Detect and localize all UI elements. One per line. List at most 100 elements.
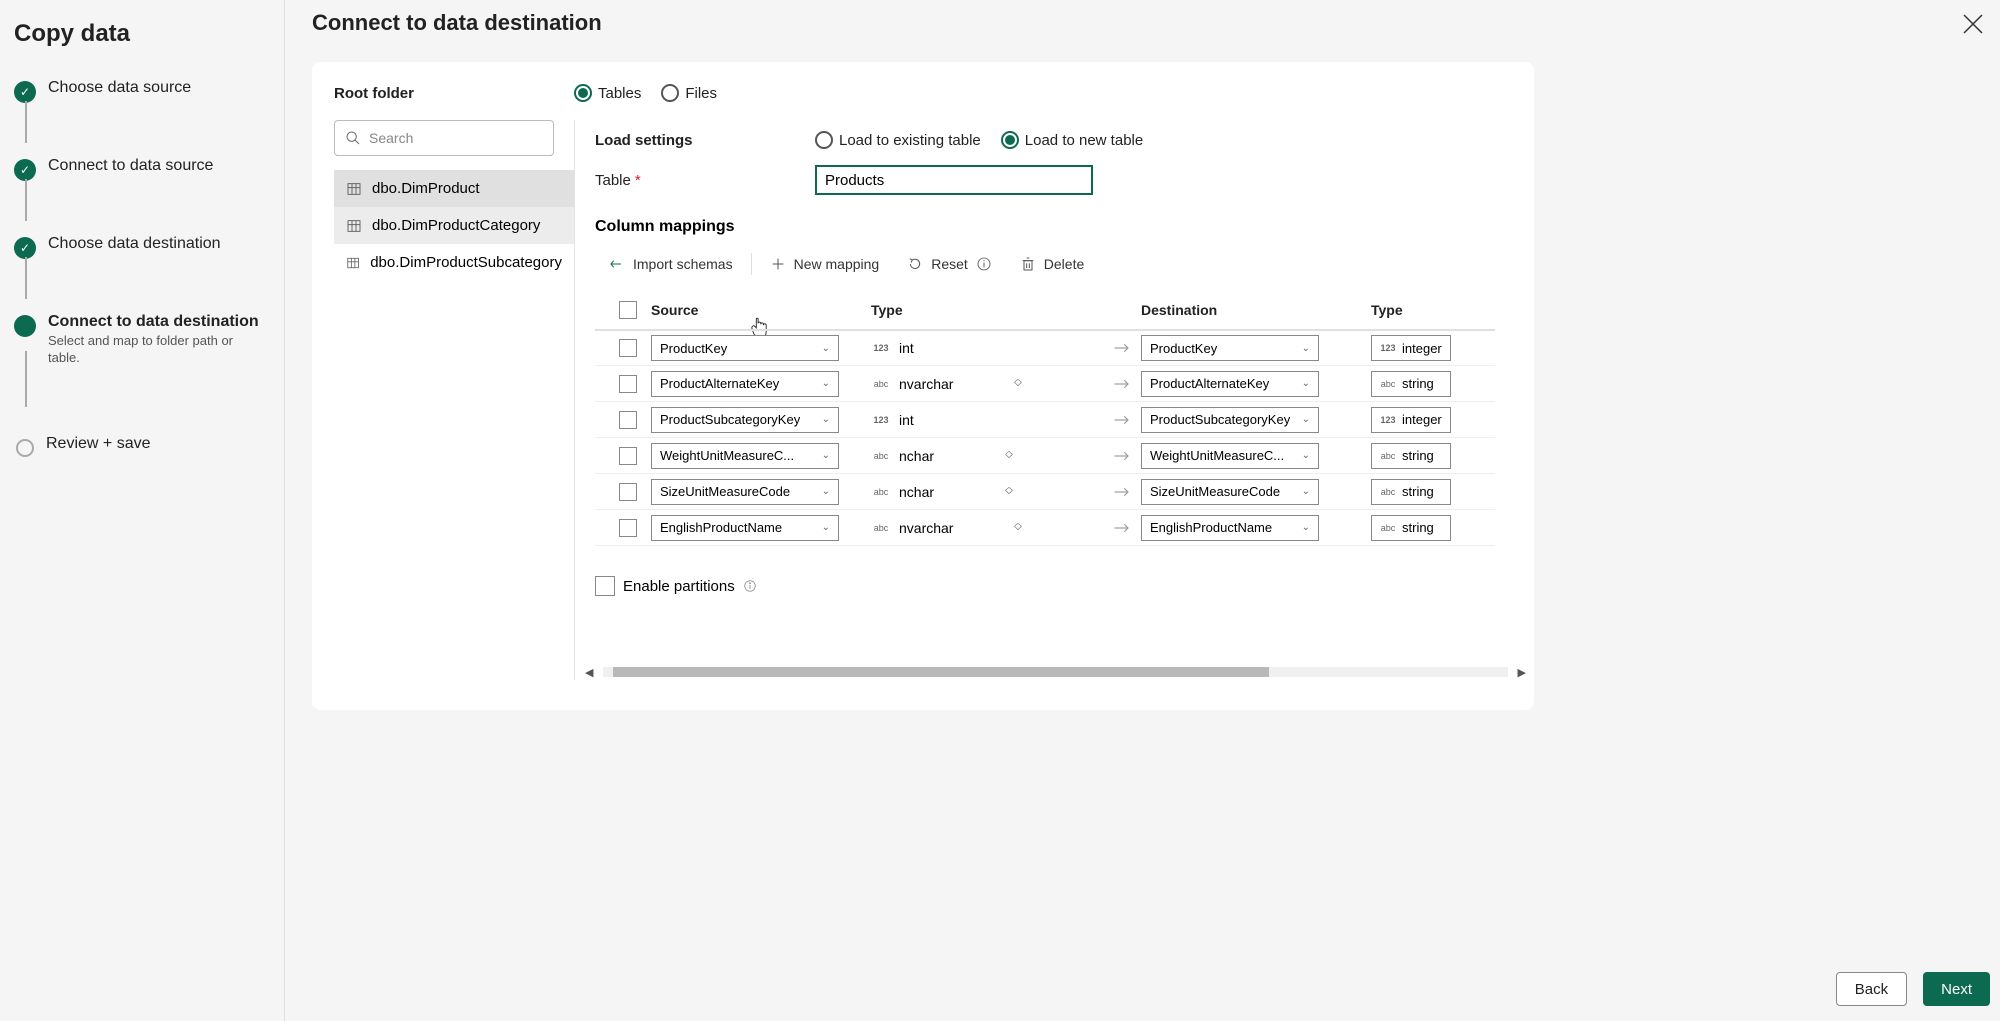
reset-icon (907, 256, 923, 272)
type-label: nvarchar (899, 376, 953, 392)
type-label: int (899, 340, 914, 356)
new-mapping-button[interactable]: New mapping (756, 246, 894, 282)
row-checkbox[interactable] (619, 375, 637, 393)
tree-item-label: dbo.DimProduct (372, 180, 480, 197)
destination-dropdown[interactable]: SizeUnitMeasureCode⌄ (1141, 479, 1319, 505)
next-button[interactable]: Next (1923, 972, 1990, 1006)
expand-icon[interactable] (1002, 485, 1016, 499)
row-checkbox[interactable] (619, 339, 637, 357)
dtype-label: integer (1402, 341, 1442, 356)
arrow-right-icon (1113, 377, 1131, 391)
table-name-input[interactable] (815, 165, 1093, 195)
step-review-save[interactable]: Review + save (14, 429, 270, 463)
step-label: Choose data source (48, 79, 191, 97)
row-checkbox[interactable] (619, 447, 637, 465)
chevron-down-icon: ⌄ (822, 522, 830, 533)
scroll-thumb[interactable] (613, 667, 1269, 677)
source-dropdown[interactable]: ProductSubcategoryKey⌄ (651, 407, 839, 433)
plus-icon (770, 256, 786, 272)
table-icon (346, 218, 362, 234)
dtype-label: string (1402, 484, 1434, 499)
radio-unchecked-icon (815, 131, 833, 149)
source-dropdown[interactable]: SizeUnitMeasureCode⌄ (651, 479, 839, 505)
step-connect-data-source[interactable]: ✓ Connect to data source (14, 151, 270, 187)
dtype-label: integer (1402, 412, 1442, 427)
dest-type-dropdown[interactable]: abcstring (1371, 479, 1451, 505)
radio-label: Load to new table (1025, 132, 1143, 149)
dtype-label: string (1402, 376, 1434, 391)
mapping-row: EnglishProductName⌄abcnvarcharEnglishPro… (595, 510, 1495, 546)
source-dropdown[interactable]: ProductKey⌄ (651, 335, 839, 361)
row-checkbox[interactable] (619, 519, 637, 537)
root-folder-radio-group: Tables Files (574, 84, 717, 102)
radio-files[interactable]: Files (661, 84, 717, 102)
type-badge-icon: 123 (1378, 342, 1398, 354)
radio-load-new[interactable]: Load to new table (1001, 131, 1143, 149)
source-dropdown[interactable]: EnglishProductName⌄ (651, 515, 839, 541)
back-button[interactable]: Back (1836, 972, 1907, 1006)
destination-dropdown[interactable]: ProductAlternateKey⌄ (1141, 371, 1319, 397)
enable-partitions-label: Enable partitions (623, 578, 735, 595)
mapping-row: ProductKey⌄ 123 int ProductKey⌄ 123 integer (595, 330, 1495, 366)
table-icon (346, 181, 362, 197)
chevron-down-icon: ⌄ (1302, 450, 1310, 461)
chevron-down-icon: ⌄ (1302, 343, 1310, 354)
expand-icon[interactable] (1002, 449, 1016, 463)
import-schemas-button[interactable]: Import schemas (595, 246, 747, 282)
tree-item-dimproductsubcategory[interactable]: dbo.DimProductSubcategory (334, 244, 574, 281)
dest-type-dropdown[interactable]: 123 integer (1371, 335, 1451, 361)
type-badge-icon: abc (871, 450, 891, 462)
dest-type-dropdown[interactable]: abcstring (1371, 515, 1451, 541)
step-connect-data-destination[interactable]: Connect to data destination Select and m… (14, 307, 270, 373)
scroll-right-arrow[interactable]: ▶ (1518, 666, 1526, 679)
dtype-label: string (1402, 448, 1434, 463)
scroll-track[interactable] (603, 667, 1507, 677)
chevron-down-icon: ⌄ (822, 450, 830, 461)
trash-icon (1020, 256, 1036, 272)
row-checkbox[interactable] (619, 411, 637, 429)
chevron-down-icon: ⌄ (822, 378, 830, 389)
select-all-checkbox[interactable] (619, 301, 637, 319)
check-icon: ✓ (14, 159, 36, 181)
column-mappings-header: Column mappings (595, 218, 1534, 236)
radio-tables[interactable]: Tables (574, 84, 641, 102)
type-label: nchar (899, 448, 934, 464)
step-choose-data-source[interactable]: ✓ Choose data source (14, 73, 270, 109)
radio-load-existing[interactable]: Load to existing table (815, 131, 981, 149)
source-dropdown[interactable]: ProductAlternateKey⌄ (651, 371, 839, 397)
destination-dropdown[interactable]: WeightUnitMeasureC...⌄ (1141, 443, 1319, 469)
destination-dropdown[interactable]: ProductSubcategoryKey⌄ (1141, 407, 1319, 433)
row-checkbox[interactable] (619, 483, 637, 501)
col-header-source: Source (651, 302, 871, 318)
expand-icon[interactable] (1011, 377, 1025, 391)
type-badge-icon: 123 (871, 342, 891, 354)
settings-column: Load settings Load to existing table Loa… (574, 120, 1534, 680)
tree-item-dimproduct[interactable]: dbo.DimProduct (334, 170, 574, 207)
dest-type-dropdown[interactable]: 123integer (1371, 407, 1451, 433)
delete-button[interactable]: Delete (1006, 246, 1098, 282)
type-label: nchar (899, 484, 934, 500)
reset-button[interactable]: Reset (893, 246, 1006, 282)
expand-icon[interactable] (1011, 521, 1025, 535)
step-choose-data-destination[interactable]: ✓ Choose data destination (14, 229, 270, 265)
tree-item-label: dbo.DimProductCategory (372, 217, 540, 234)
destination-dropdown[interactable]: ProductKey⌄ (1141, 335, 1319, 361)
horizontal-scrollbar[interactable]: ◀ ▶ (585, 666, 1526, 678)
main-panel: Root folder Tables Files Search dbo.DimP… (312, 62, 1534, 710)
table-icon (346, 255, 360, 271)
search-input[interactable]: Search (334, 120, 554, 156)
dest-type-dropdown[interactable]: abcstring (1371, 443, 1451, 469)
info-icon (743, 579, 757, 593)
source-dropdown[interactable]: WeightUnitMeasureC...⌄ (651, 443, 839, 469)
scroll-left-arrow[interactable]: ◀ (585, 666, 593, 679)
tree-item-dimproductcategory[interactable]: dbo.DimProductCategory (334, 207, 574, 244)
close-button[interactable] (1961, 12, 1985, 36)
chevron-down-icon: ⌄ (1302, 378, 1310, 389)
check-icon: ✓ (14, 237, 36, 259)
destination-dropdown[interactable]: EnglishProductName⌄ (1141, 515, 1319, 541)
dest-type-dropdown[interactable]: abcstring (1371, 371, 1451, 397)
type-badge-icon: abc (871, 378, 891, 390)
enable-partitions-checkbox[interactable] (595, 576, 615, 596)
type-label: nvarchar (899, 520, 953, 536)
chevron-down-icon: ⌄ (822, 343, 830, 354)
